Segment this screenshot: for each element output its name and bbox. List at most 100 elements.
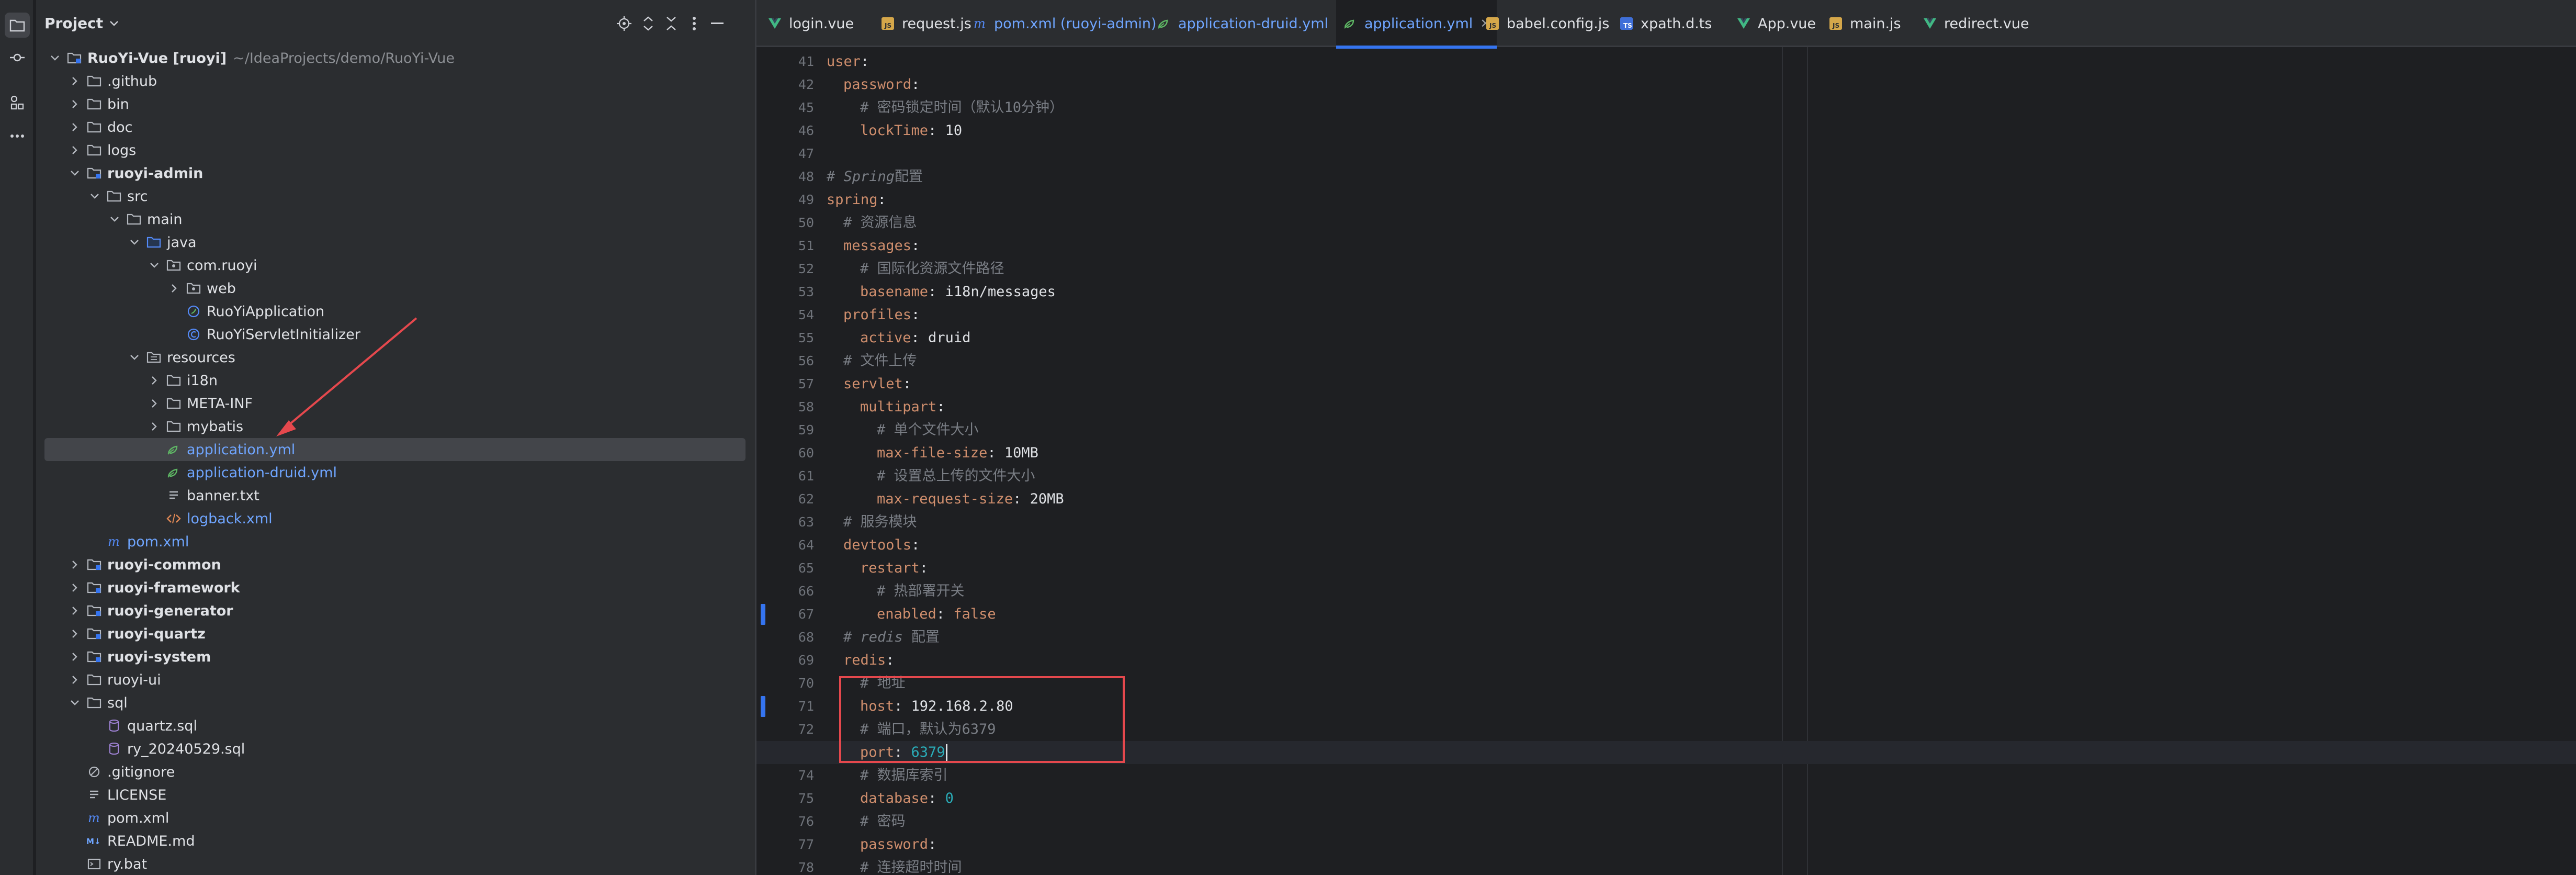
hide-panel-button[interactable] [708, 14, 727, 33]
code-token: password [843, 76, 912, 93]
tree-item[interactable]: sql [44, 691, 745, 714]
tree-item[interactable]: ry_20240529.sql [44, 737, 745, 760]
tree-item[interactable]: bin [44, 93, 745, 116]
expand-icon [643, 16, 653, 31]
code-token: messages [843, 238, 912, 254]
tree-item[interactable]: ruoyi-framework [44, 576, 745, 599]
change-marker[interactable] [761, 696, 765, 717]
tree-item[interactable]: ruoyi-ui [44, 668, 745, 691]
tree-item[interactable]: M↓ README.md [44, 829, 745, 852]
editor-tab[interactable]: login.vue [761, 0, 860, 47]
spring-yaml-icon [1156, 16, 1172, 31]
code-line: # 数据库索引 [827, 764, 948, 787]
editor-tab[interactable]: application-druid.yml [1150, 0, 1335, 47]
tree-item[interactable]: banner.txt [44, 484, 745, 507]
more-tools-button[interactable] [5, 124, 30, 149]
chevron-down-icon[interactable] [67, 695, 82, 710]
tree-item[interactable]: logs [44, 139, 745, 162]
editor-tab[interactable]: JS request.js [874, 0, 978, 47]
svg-text:JS: JS [1489, 22, 1496, 29]
editor-tab[interactable]: JS main.js [1822, 0, 1907, 47]
chevron-right-icon[interactable] [167, 281, 182, 296]
chevron-right-icon[interactable] [147, 396, 162, 411]
chevron-right-icon[interactable] [67, 672, 82, 687]
tree-item[interactable]: resources [44, 346, 745, 369]
chevron-right-icon[interactable] [67, 143, 82, 158]
tree-item[interactable]: ruoyi-generator [44, 599, 745, 622]
editor-tab-label: pom.xml (ruoyi-admin) [994, 15, 1157, 32]
chevron-right-icon[interactable] [67, 626, 82, 641]
tree-item[interactable]: application.yml [44, 438, 745, 461]
tree-item[interactable]: application-druid.yml [44, 461, 745, 484]
editor-tab[interactable]: JS babel.config.js [1478, 0, 1615, 47]
tree-item[interactable]: i18n [44, 369, 745, 392]
chevron-right-icon[interactable] [67, 603, 82, 618]
chevron-right-icon[interactable] [67, 97, 82, 111]
chevron-right-icon[interactable] [147, 419, 162, 434]
chevron-right-icon[interactable] [67, 74, 82, 88]
tree-item[interactable]: ruoyi-system [44, 645, 745, 668]
chevron-down-icon[interactable] [48, 51, 62, 65]
chevron-down-icon[interactable] [127, 235, 142, 250]
minimize-icon [711, 23, 724, 24]
tree-item[interactable]: java [44, 231, 745, 254]
chevron-down-icon[interactable] [147, 258, 162, 273]
collapse-all-button[interactable] [662, 14, 681, 33]
tree-item[interactable]: com.ruoyi [44, 254, 745, 277]
code-line: basename: i18n/messages [827, 281, 1056, 304]
editor-tabs: login.vue JS request.js m pom.xml (ruoyi-adm… [756, 0, 2576, 49]
chevron-down-icon[interactable] [67, 166, 82, 181]
tree-item[interactable]: src [44, 185, 745, 208]
expand-all-button[interactable] [639, 14, 658, 33]
tree-item[interactable]: logback.xml [44, 507, 745, 530]
tree-item[interactable]: RuoYi-Vue [ruoyi] ~/IdeaProjects/demo/Ruo… [44, 47, 745, 70]
module-folder-icon [86, 649, 102, 664]
tree-item[interactable]: ruoyi-common [44, 553, 745, 576]
project-tool-button[interactable] [5, 13, 30, 38]
chevron-down-icon[interactable] [87, 189, 102, 204]
chevron-down-icon[interactable] [107, 212, 122, 227]
chevron-right-icon[interactable] [67, 557, 82, 572]
select-opened-file-button[interactable] [615, 14, 634, 33]
tree-item[interactable]: mybatis [44, 415, 745, 438]
tree-item[interactable]: m pom.xml [44, 530, 745, 553]
tree-item[interactable]: m pom.xml [44, 806, 745, 829]
editor-tab[interactable]: m pom.xml (ruoyi-admin) [966, 0, 1163, 47]
chevron-down-icon[interactable] [127, 350, 142, 365]
tree-item[interactable]: .github [44, 70, 745, 93]
change-marker[interactable] [761, 604, 765, 625]
editor-tab[interactable]: TS xpath.d.ts [1612, 0, 1718, 47]
editor-tab[interactable]: redirect.vue [1916, 0, 2036, 47]
structure-tool-button[interactable] [5, 90, 30, 115]
editor-tab[interactable]: App.vue [1730, 0, 1822, 47]
commit-tool-button[interactable] [5, 45, 30, 70]
chevron-right-icon[interactable] [67, 580, 82, 595]
tree-item[interactable]: .gitignore [44, 760, 745, 783]
tree-item-path: ~/IdeaProjects/demo/RuoYi-Vue [233, 50, 455, 66]
code-line: spring: [827, 188, 886, 211]
tree-item[interactable]: web [44, 277, 745, 300]
tree-item[interactable]: ruoyi-admin [44, 162, 745, 185]
tree-item[interactable]: ruoyi-quartz [44, 622, 745, 645]
tree-item[interactable]: ry.bat [44, 852, 745, 875]
folder-icon [86, 97, 102, 111]
line-number: 77 [798, 837, 814, 852]
tree-item[interactable]: RuoYiServletInitializer [44, 323, 745, 346]
project-view-selector[interactable]: Project [44, 15, 119, 32]
code-token: # 数据库索引 [860, 767, 948, 783]
tree-item[interactable]: RuoYiApplication [44, 300, 745, 323]
tree-item[interactable]: quartz.sql [44, 714, 745, 737]
chevron-right-icon[interactable] [67, 649, 82, 664]
line-number: 55 [798, 330, 814, 345]
tree-item[interactable]: doc [44, 116, 745, 139]
tree-item[interactable]: main [44, 208, 745, 231]
code-token: : [936, 606, 954, 622]
options-button[interactable] [685, 14, 704, 33]
chevron-right-icon[interactable] [147, 373, 162, 388]
chevron-right-icon[interactable] [67, 120, 82, 134]
editor-tab[interactable]: application.yml ✕ [1336, 0, 1497, 49]
tree-item[interactable]: LICENSE [44, 783, 745, 806]
tree-item-label: ry_20240529.sql [127, 741, 245, 757]
tree-item[interactable]: META-INF [44, 392, 745, 415]
